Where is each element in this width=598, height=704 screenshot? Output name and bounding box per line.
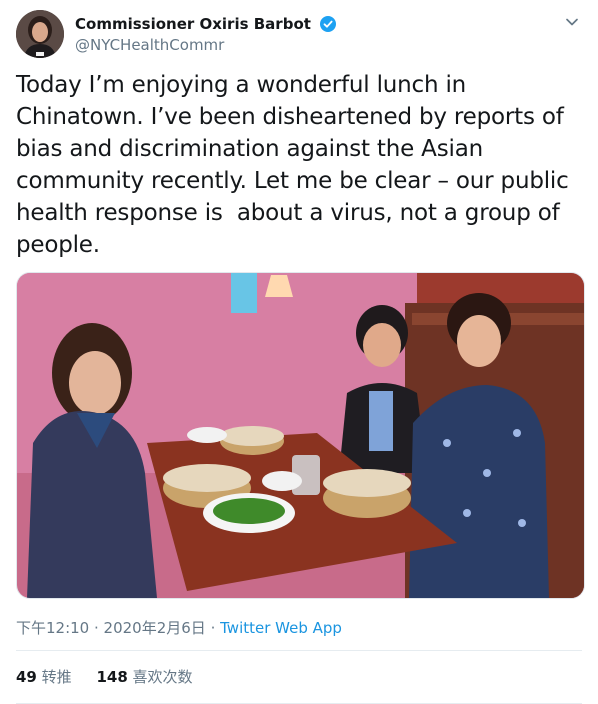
divider [16, 650, 582, 651]
display-name[interactable]: Commissioner Oxiris Barbot [75, 15, 311, 33]
tweet-photo[interactable] [16, 272, 585, 599]
meta-separator: · [205, 619, 221, 637]
retweets-count: 49 [16, 668, 37, 686]
likes-stat[interactable]: 148 喜欢次数 [96, 668, 192, 686]
likes-label: 喜欢次数 [132, 668, 193, 686]
author-names: Commissioner Oxiris Barbot @NYCHealthCom… [75, 13, 337, 54]
tweet-header: Commissioner Oxiris Barbot @NYCHealthCom… [16, 10, 582, 58]
retweets-label: 转推 [41, 668, 72, 686]
avatar[interactable] [16, 10, 64, 58]
likes-count: 148 [96, 668, 128, 686]
chevron-down-icon[interactable] [562, 12, 582, 32]
retweets-stat[interactable]: 49 转推 [16, 668, 72, 686]
source-app-link[interactable]: Twitter Web App [220, 619, 342, 637]
verified-badge-icon [320, 15, 337, 32]
tweet-meta: 下午12:10 · 2020年2月6日 · Twitter Web App [16, 617, 342, 638]
tweet-stats: 49 转推 148 喜欢次数 [16, 666, 213, 687]
tweet-text: Today I’m enjoying a wonderful lunch in … [16, 72, 569, 258]
tweet-date[interactable]: 2020年2月6日 [104, 619, 206, 637]
tweet-time[interactable]: 下午12:10 [16, 619, 89, 637]
user-handle[interactable]: @NYCHealthCommr [75, 36, 336, 54]
meta-separator: · [89, 619, 104, 637]
